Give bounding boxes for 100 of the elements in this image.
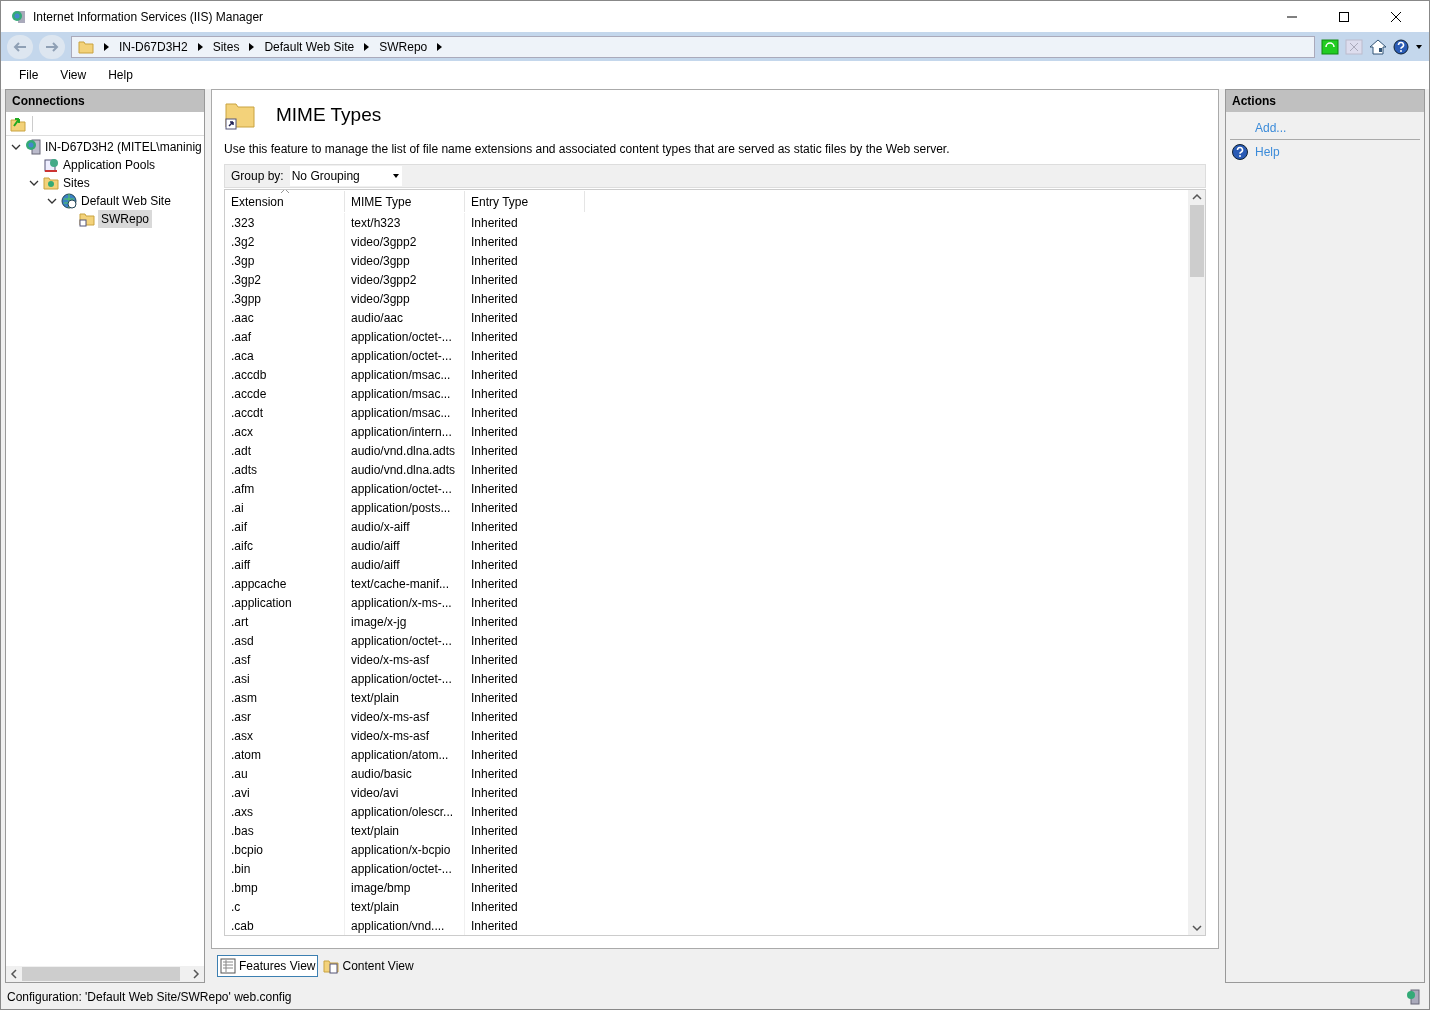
table-cell: .aaf <box>225 327 345 346</box>
table-cell-text: Inherited <box>470 423 519 441</box>
table-cell: application/octet-... <box>345 859 465 878</box>
table-cell-text: Inherited <box>470 670 519 688</box>
back-arrow-icon <box>13 40 27 53</box>
folder-globe-icon <box>43 175 59 191</box>
table-cell-text: Inherited <box>470 594 519 612</box>
table-cell: .3g2 <box>225 232 345 251</box>
table-cell: .asf <box>225 650 345 669</box>
refresh-icon[interactable] <box>1321 38 1339 55</box>
table-cell-text: Inherited <box>470 537 519 555</box>
table-cell: .asi <box>225 669 345 688</box>
table-cell: .bmp <box>225 878 345 897</box>
table-cell-text: Inherited <box>470 765 519 783</box>
table-cell: application/octet-... <box>345 479 465 498</box>
group-by-dropdown[interactable]: No Grouping <box>289 166 402 186</box>
address-bar[interactable]: IN-D67D3H2 Sites Default Web Site SWRepo <box>71 35 1315 58</box>
table-cell: video/3gpp <box>345 251 465 270</box>
server-icon <box>1405 989 1423 1005</box>
dropdown-value: No Grouping <box>291 168 360 185</box>
table-cell: .aac <box>225 308 345 327</box>
table-cell: .atom <box>225 745 345 764</box>
vertical-scrollbar[interactable] <box>1188 190 1205 935</box>
connect-icon[interactable] <box>10 115 26 132</box>
table-cell: application/octet-... <box>345 327 465 346</box>
tree-item[interactable]: Application Pools <box>62 156 157 174</box>
table-cell: .asd <box>225 631 345 650</box>
table-cell: application/intern... <box>345 422 465 441</box>
table-cell: text/plain <box>345 897 465 916</box>
breadcrumb-arrow-icon <box>104 42 109 51</box>
scroll-right-icon[interactable] <box>190 968 202 980</box>
dropdown-caret-icon <box>391 173 400 179</box>
tree-item[interactable]: SWRepo <box>98 210 153 228</box>
menu-item[interactable]: View <box>50 64 97 86</box>
table-cell: .bin <box>225 859 345 878</box>
table-cell: .accde <box>225 384 345 403</box>
panel-title: Connections <box>6 90 204 112</box>
column-header[interactable]: MIME Type <box>345 191 465 212</box>
forward-arrow-icon <box>45 40 59 53</box>
home-icon[interactable] <box>1369 38 1387 55</box>
tree-item[interactable]: Sites <box>62 174 91 192</box>
scrollbar-thumb[interactable] <box>1189 205 1204 277</box>
table-cell: .application <box>225 593 345 612</box>
table-cell-text: Inherited <box>470 233 519 251</box>
breadcrumb-item[interactable]: Default Web Site <box>264 37 355 56</box>
table-cell: text/plain <box>345 821 465 840</box>
table-cell: application/octet-... <box>345 631 465 650</box>
menu-item[interactable]: File <box>9 64 49 86</box>
table-cell: audio/vnd.dlna.adts <box>345 441 465 460</box>
table-cell: video/avi <box>345 783 465 802</box>
expander-icon[interactable] <box>10 143 22 151</box>
table-cell-text: Inherited <box>470 860 519 878</box>
column-header[interactable]: Entry Type <box>465 191 585 212</box>
dropdown-caret-icon[interactable] <box>1415 43 1423 50</box>
table-cell: .adts <box>225 460 345 479</box>
table-cell: video/x-ms-asf <box>345 726 465 745</box>
view-tab[interactable]: Features View <box>217 955 319 977</box>
table-cell: audio/vnd.dlna.adts <box>345 460 465 479</box>
table-cell-text: Inherited <box>470 841 519 859</box>
content-view-icon <box>323 958 340 974</box>
breadcrumb-item[interactable]: IN-D67D3H2 <box>119 37 188 56</box>
breadcrumb-item[interactable]: SWRepo <box>379 37 428 56</box>
view-tab[interactable]: Content View <box>320 955 417 977</box>
breadcrumb-arrow-icon <box>197 42 203 51</box>
table-cell-text: Inherited <box>470 917 519 935</box>
table-cell: .3gp <box>225 251 345 270</box>
tree-item[interactable]: IN-D67D3H2 (MITEL\maninig <box>44 138 203 156</box>
column-header[interactable]: Extension <box>225 191 345 212</box>
scroll-left-icon[interactable] <box>8 968 20 980</box>
table-cell: audio/x-aiff <box>345 517 465 536</box>
table-cell: .acx <box>225 422 345 441</box>
table-cell-text: Inherited <box>470 271 519 289</box>
table-cell: image/x-jg <box>345 612 465 631</box>
help-icon[interactable] <box>1393 38 1409 55</box>
table-cell-text: Inherited <box>470 290 519 308</box>
expander-icon[interactable] <box>28 179 40 187</box>
window-title: Internet Information Services (IIS) Manager <box>33 8 264 26</box>
tree-item[interactable]: Default Web Site <box>80 192 172 210</box>
table-cell: .aifc <box>225 536 345 555</box>
table-cell: .cab <box>225 916 345 935</box>
table-cell-text: Inherited <box>470 442 519 460</box>
table-cell-text: Inherited <box>470 879 519 897</box>
table-cell: application/vnd.... <box>345 916 465 935</box>
table-cell: application/msac... <box>345 365 465 384</box>
group-by-label: Group by: <box>231 168 284 185</box>
table-cell: application/atom... <box>345 745 465 764</box>
table-cell: .accdt <box>225 403 345 422</box>
horizontal-scrollbar[interactable] <box>22 967 180 981</box>
table-cell: text/cache-manif... <box>345 574 465 593</box>
breadcrumb-item[interactable]: Sites <box>212 37 240 56</box>
table-cell-text: Inherited <box>470 727 519 745</box>
menu-item[interactable]: Help <box>98 64 143 86</box>
breadcrumb-arrow-icon <box>364 42 370 51</box>
table-cell: video/x-ms-asf <box>345 707 465 726</box>
table-cell-text: Inherited <box>470 309 519 327</box>
table-cell: audio/aiff <box>345 555 465 574</box>
table-cell: application/msac... <box>345 384 465 403</box>
expander-icon[interactable] <box>46 197 58 205</box>
table-cell: .bcpio <box>225 840 345 859</box>
table-cell-text: Inherited <box>470 518 519 536</box>
